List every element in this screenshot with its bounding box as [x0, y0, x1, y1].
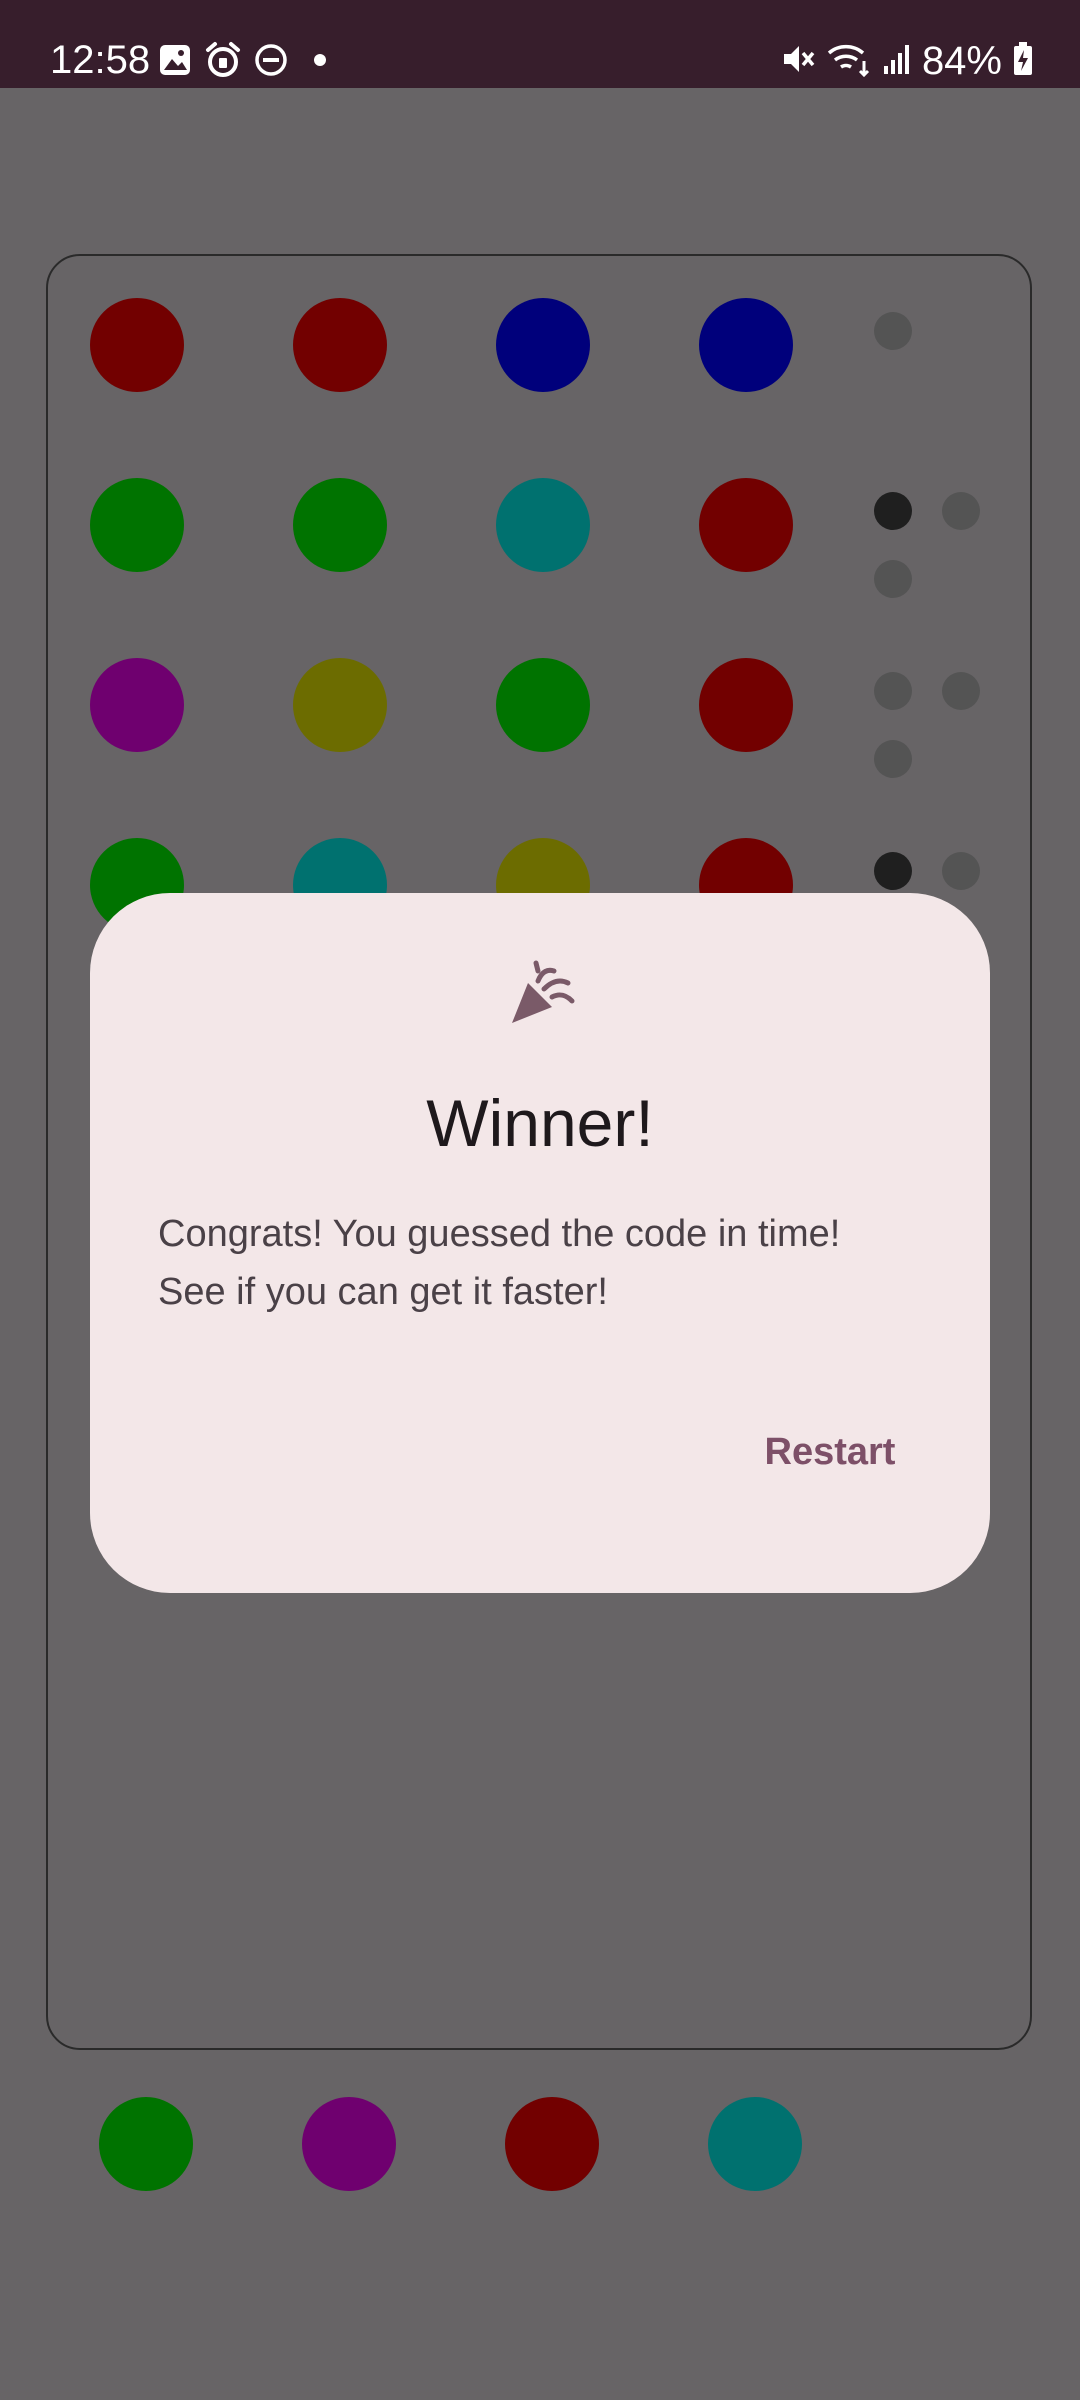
palette-color-button[interactable] [99, 2097, 193, 2191]
dot-icon [300, 50, 330, 75]
dialog-message: Congrats! You guessed the code in time! … [158, 1205, 948, 1321]
guess-peg [699, 298, 793, 392]
palette-color-button[interactable] [505, 2097, 599, 2191]
palette-color-button[interactable] [708, 2097, 802, 2191]
feedback-pin [874, 492, 912, 530]
status-time: 12:58 [50, 38, 151, 82]
dnd-icon [254, 43, 288, 82]
palette-color-button[interactable] [302, 2097, 396, 2191]
dialog-title: Winner! [426, 1086, 654, 1160]
guess-peg [496, 658, 590, 752]
guess-peg [293, 658, 387, 752]
guess-peg [293, 478, 387, 572]
image-icon [158, 43, 192, 82]
feedback-pin [874, 672, 912, 710]
dialog-message-line-1: Congrats! You guessed the code in time! [158, 1213, 841, 1255]
guess-peg [496, 478, 590, 572]
mute-icon [780, 41, 816, 82]
winner-dialog: Winner! Congrats! You guessed the code i… [90, 893, 990, 1593]
feedback-pin [874, 560, 912, 598]
alarm-icon [204, 41, 242, 84]
guess-peg [293, 298, 387, 392]
feedback-pin [942, 672, 980, 710]
restart-button[interactable]: Restart [720, 1415, 940, 1489]
guess-peg [90, 658, 184, 752]
feedback-pin [874, 740, 912, 778]
feedback-pin [874, 852, 912, 890]
status-right-icons: 84% [780, 36, 1034, 86]
guess-peg [699, 478, 793, 572]
feedback-pin [874, 312, 912, 350]
party-popper-icon [508, 957, 578, 1027]
wifi-icon [826, 41, 872, 82]
guess-peg [699, 658, 793, 752]
battery-percentage: 84% [921, 39, 1002, 83]
feedback-pin [942, 852, 980, 890]
signal-icon [882, 42, 912, 81]
feedback-pin [942, 492, 980, 530]
guess-peg [90, 478, 184, 572]
guess-peg [90, 298, 184, 392]
status-left-icons [158, 41, 330, 84]
guess-peg [496, 298, 590, 392]
status-bar: 12:58 84% [0, 0, 1080, 88]
battery-icon [1012, 41, 1034, 82]
dialog-message-line-2: See if you can get it faster! [158, 1271, 608, 1313]
